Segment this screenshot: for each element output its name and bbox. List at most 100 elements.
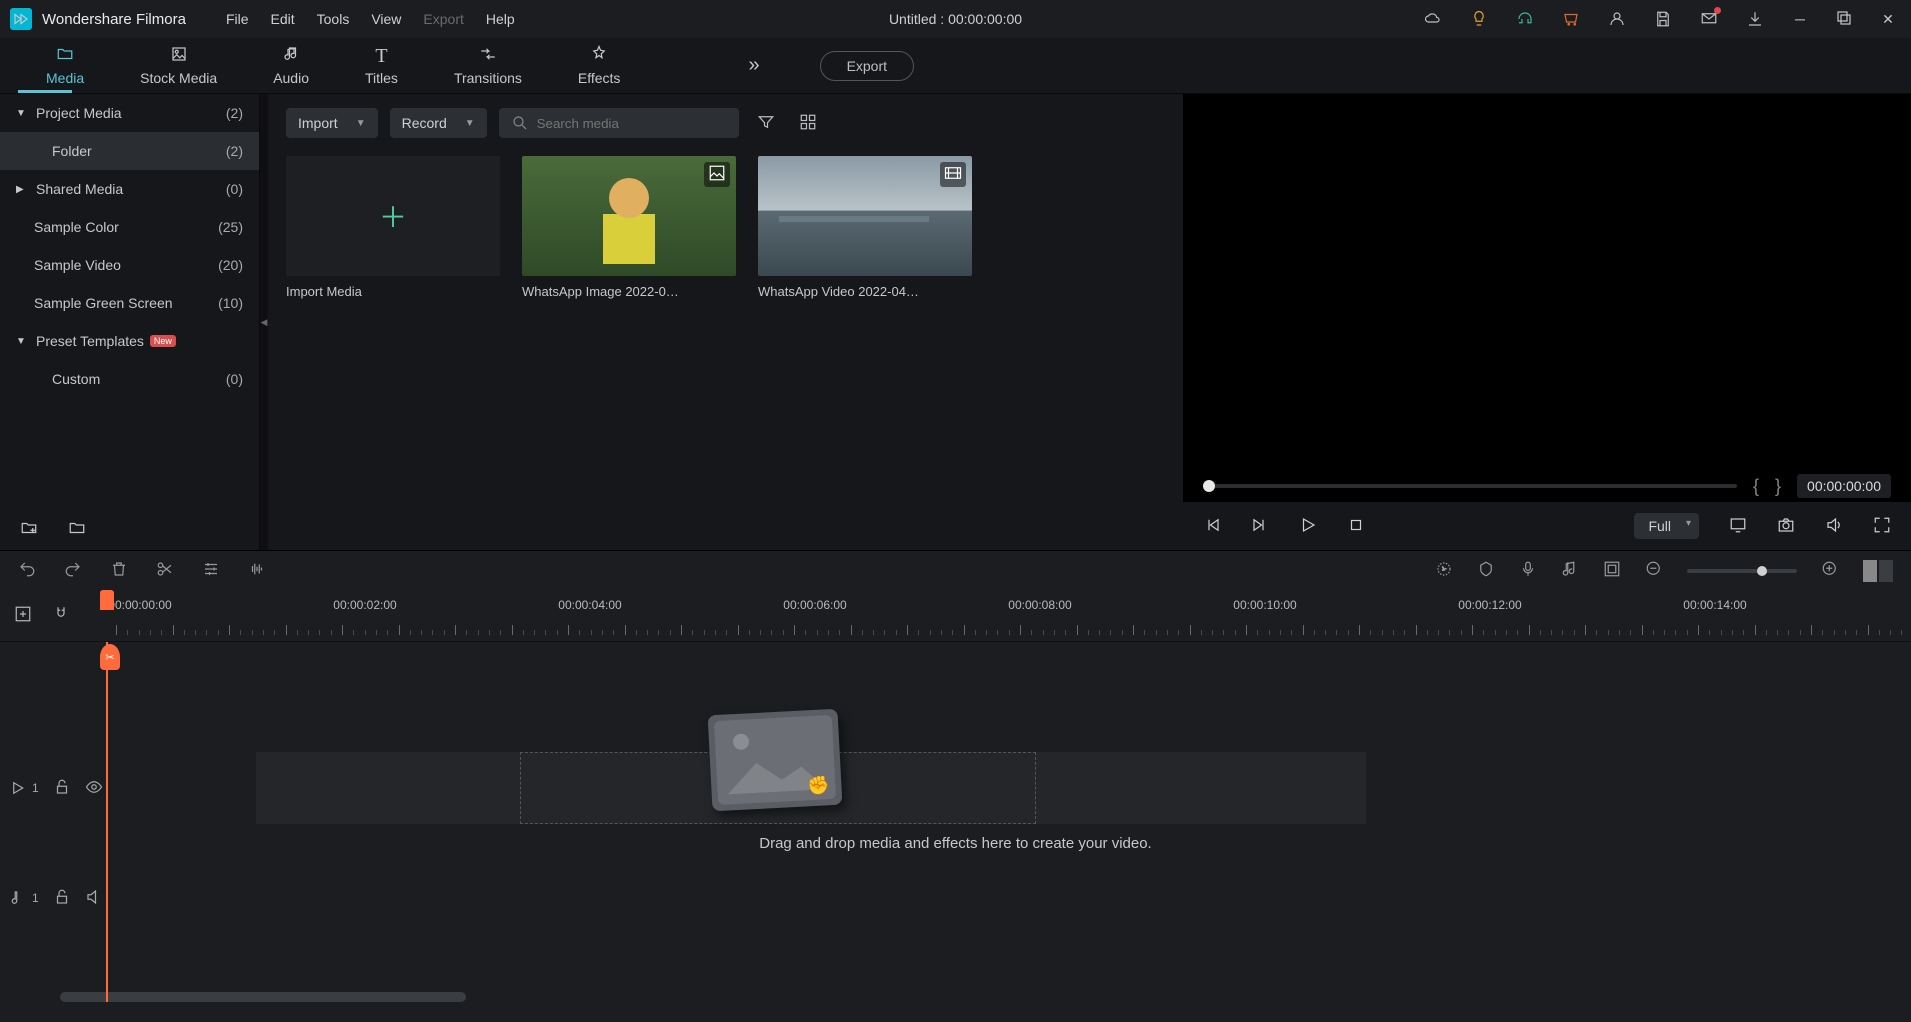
split-icon[interactable] — [156, 560, 174, 581]
messages-icon[interactable] — [1699, 9, 1719, 29]
menu-export[interactable]: Export — [423, 11, 463, 27]
import-media-tile[interactable]: ＋ Import Media — [286, 156, 500, 299]
cloud-icon[interactable] — [1423, 9, 1443, 29]
store-icon[interactable] — [1561, 9, 1581, 29]
lock-icon[interactable] — [53, 888, 71, 909]
new-folder-icon[interactable] — [20, 519, 38, 540]
transitions-icon — [479, 45, 497, 68]
media-item[interactable]: WhatsApp Video 2022-04… — [758, 156, 972, 299]
undo-icon[interactable] — [18, 560, 36, 581]
next-frame-button[interactable] — [1251, 516, 1269, 537]
menu-edit[interactable]: Edit — [271, 11, 295, 27]
crop-icon[interactable] — [1603, 560, 1621, 581]
menu-tools[interactable]: Tools — [317, 11, 350, 27]
menu-view[interactable]: View — [371, 11, 401, 27]
menu-help[interactable]: Help — [486, 11, 515, 27]
media-grid: ＋ Import Media WhatsApp Image 2022-0… Wh… — [286, 156, 1165, 299]
tab-stock-media[interactable]: Stock Media — [112, 41, 245, 90]
download-icon[interactable] — [1745, 9, 1765, 29]
visibility-icon[interactable] — [85, 778, 103, 799]
render-icon[interactable] — [1435, 560, 1453, 581]
sidebar-project-media[interactable]: ▼ Project Media (2) — [0, 94, 259, 132]
panel-divider[interactable]: ◀ — [260, 94, 268, 550]
window-maximize[interactable] — [1835, 9, 1853, 30]
scrubber-track[interactable] — [1203, 484, 1737, 488]
tab-audio[interactable]: Audio — [245, 41, 337, 90]
sidebar-sample-green[interactable]: Sample Green Screen (10) — [0, 284, 259, 322]
sidebar-label: Preset Templates — [36, 333, 144, 349]
display-icon[interactable] — [1729, 516, 1747, 537]
audio-track-lane[interactable] — [106, 862, 1911, 934]
zoom-knob[interactable] — [1757, 566, 1767, 576]
audio-wave-icon[interactable] — [248, 560, 266, 581]
sidebar-sample-color[interactable]: Sample Color (25) — [0, 208, 259, 246]
timeline-ruler[interactable]: 00:00:00:0000:00:02:0000:00:04:0000:00:0… — [106, 590, 1911, 641]
import-dropdown[interactable]: Import▼ — [286, 108, 378, 138]
main-area: ▼ Project Media (2) Folder (2) ▶ Shared … — [0, 94, 1911, 550]
track-manager-icon[interactable] — [14, 605, 32, 626]
mixer-icon[interactable] — [1561, 560, 1579, 581]
zoom-out-icon[interactable] — [1645, 560, 1663, 581]
view-toggle[interactable] — [1863, 560, 1893, 582]
scrubber-knob[interactable] — [1203, 480, 1215, 492]
video-track: 1 — [0, 752, 1911, 824]
tab-effects[interactable]: Effects — [550, 41, 649, 90]
snapshot-icon[interactable] — [1777, 516, 1795, 537]
sidebar-preset-templates[interactable]: ▼ Preset Templates New — [0, 322, 259, 360]
search-media[interactable] — [499, 108, 739, 138]
playhead[interactable] — [106, 642, 108, 1002]
image-badge-icon — [704, 162, 730, 187]
magnet-icon[interactable] — [52, 605, 70, 626]
filter-icon[interactable] — [751, 113, 781, 134]
window-close[interactable]: ✕ — [1879, 11, 1897, 28]
record-label: Record — [402, 115, 447, 131]
save-icon[interactable] — [1653, 9, 1673, 29]
record-dropdown[interactable]: Record▼ — [390, 108, 487, 138]
fullscreen-icon[interactable] — [1873, 516, 1891, 537]
volume-icon[interactable] — [1825, 516, 1843, 537]
zoom-in-icon[interactable] — [1821, 560, 1839, 581]
mark-in-icon[interactable]: { — [1753, 476, 1759, 497]
tab-media[interactable]: Media — [18, 41, 112, 90]
voiceover-icon[interactable] — [1519, 560, 1537, 581]
tab-transitions[interactable]: Transitions — [426, 41, 550, 90]
chevron-down-icon: ▼ — [356, 118, 366, 129]
preview-scrubber: { } 00:00:00:00 — [1183, 470, 1911, 502]
sidebar-folder[interactable]: Folder (2) — [0, 132, 259, 170]
media-panel: Import▼ Record▼ ＋ Import Media WhatsApp … — [268, 94, 1183, 550]
sidebar-sample-video[interactable]: Sample Video (20) — [0, 246, 259, 284]
window-minimize[interactable]: ─ — [1791, 11, 1809, 27]
search-input[interactable] — [537, 116, 727, 131]
playhead-cut-icon[interactable]: ✂ — [100, 644, 120, 670]
preview-viewport[interactable] — [1183, 94, 1911, 470]
account-icon[interactable] — [1607, 9, 1627, 29]
folder-icon[interactable] — [68, 519, 86, 540]
export-button[interactable]: Export — [820, 51, 914, 81]
mute-icon[interactable] — [85, 888, 103, 909]
mark-out-icon[interactable]: } — [1775, 476, 1781, 497]
grid-view-icon[interactable] — [793, 113, 823, 134]
support-icon[interactable] — [1515, 9, 1535, 29]
ruler-label: 00:00:02:00 — [333, 598, 396, 612]
delete-icon[interactable] — [110, 560, 128, 581]
tab-titles[interactable]: T Titles — [337, 41, 426, 90]
preview-quality-dropdown[interactable]: Full — [1634, 513, 1699, 539]
menu-file[interactable]: File — [226, 11, 249, 27]
marker-icon[interactable] — [1477, 560, 1495, 581]
sidebar-custom[interactable]: Custom (0) — [0, 360, 259, 398]
timeline-scrollbar[interactable] — [60, 992, 466, 1002]
redo-icon[interactable] — [64, 560, 82, 581]
tips-icon[interactable] — [1469, 9, 1489, 29]
lock-icon[interactable] — [53, 778, 71, 799]
media-item[interactable]: WhatsApp Image 2022-0… — [522, 156, 736, 299]
play-button[interactable] — [1299, 516, 1317, 537]
sidebar-shared-media[interactable]: ▶ Shared Media (0) — [0, 170, 259, 208]
adjust-icon[interactable] — [202, 560, 220, 581]
stop-button[interactable] — [1347, 516, 1365, 537]
video-track-lane[interactable] — [106, 752, 1911, 824]
ruler-label: 00:00:08:00 — [1008, 598, 1071, 612]
tabs-more-icon[interactable]: » — [748, 54, 759, 77]
prev-frame-button[interactable] — [1203, 516, 1221, 537]
preview-controls: Full — [1183, 502, 1911, 550]
zoom-slider[interactable] — [1687, 569, 1797, 573]
